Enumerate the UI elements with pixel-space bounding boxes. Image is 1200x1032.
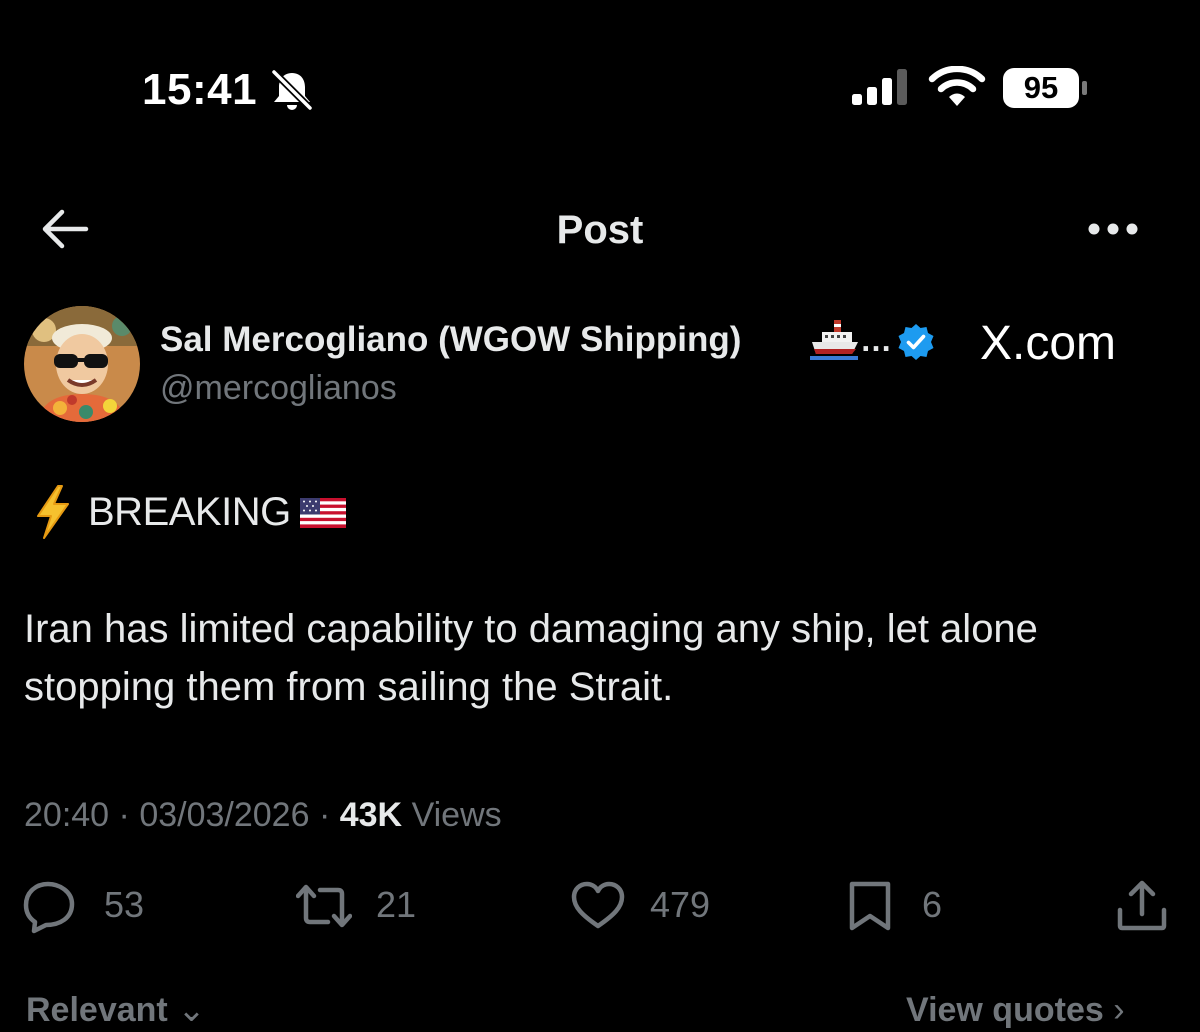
status-time: 15:41: [142, 65, 258, 114]
views-count[interactable]: 43K: [340, 796, 402, 834]
like-icon[interactable]: [570, 878, 626, 934]
view-quotes-link[interactable]: View quotes ›: [906, 988, 1125, 1032]
post-text: Iran has limited capability to damaging …: [24, 607, 1038, 709]
repost-icon[interactable]: [296, 878, 352, 934]
share-icon[interactable]: [1114, 878, 1170, 934]
post-time: 20:40: [24, 796, 110, 834]
watermark: X.com: [980, 317, 1117, 370]
breaking-label: BREAKING: [88, 490, 291, 534]
author-handle[interactable]: @mercoglianos: [160, 366, 397, 410]
like-count: 479: [650, 884, 711, 925]
repost-count: 21: [376, 884, 417, 925]
reply-icon[interactable]: [22, 878, 78, 934]
battery-level: 95: [1023, 70, 1059, 105]
bookmark-icon[interactable]: [842, 878, 898, 934]
view-quotes-label: View quotes: [906, 991, 1104, 1029]
post-metadata: 20:40 · 03/03/2026 · 43K Views: [24, 792, 502, 838]
meta-separator: ·: [318, 796, 331, 834]
page-title: Post: [556, 208, 644, 252]
verified-badge-icon[interactable]: [896, 322, 936, 362]
chevron-right-icon: ›: [1113, 991, 1125, 1029]
more-horizontal-icon[interactable]: [1084, 214, 1142, 244]
sort-dropdown[interactable]: Relevant ⌄: [26, 988, 206, 1032]
us-flag-emoji-icon: [300, 498, 346, 528]
author-name[interactable]: Sal Mercogliano (WGOW Shipping): [160, 318, 741, 362]
meta-separator: ·: [118, 796, 130, 834]
views-label[interactable]: Views: [412, 796, 502, 834]
sort-label: Relevant: [26, 991, 168, 1029]
avatar[interactable]: [24, 306, 140, 422]
lightning-emoji-icon: [37, 485, 69, 539]
chevron-down-icon: ⌄: [177, 991, 206, 1029]
author-name-ellipsis: …: [860, 322, 892, 358]
signal-icon: [852, 69, 907, 105]
post-date: 03/03/2026: [139, 796, 310, 834]
bell-slash-icon: [271, 69, 313, 111]
battery-icon: 95: [1002, 67, 1092, 109]
bookmark-count: 6: [922, 884, 943, 925]
wifi-icon: [928, 66, 986, 106]
ship-emoji-icon: [810, 320, 858, 360]
reply-count: 53: [104, 884, 145, 925]
